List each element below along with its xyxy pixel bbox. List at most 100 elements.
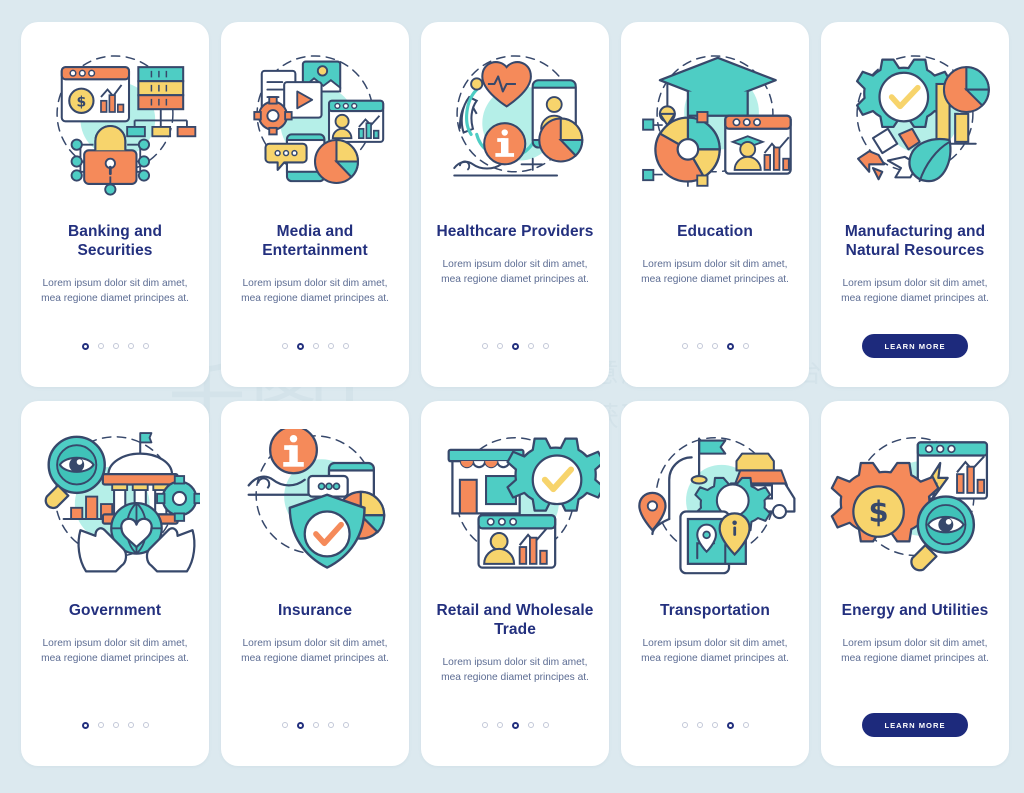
pagination-dot[interactable] [542, 722, 549, 728]
pagination-dot[interactable] [342, 343, 349, 349]
pagination-dot[interactable] [696, 343, 703, 349]
card-footer [481, 332, 549, 360]
card-footer [281, 332, 349, 360]
card-title: Healthcare Providers [436, 223, 594, 240]
pagination-dot[interactable] [496, 343, 503, 349]
onboarding-card: Education Lorem ipsum dolor sit dim amet,… [621, 22, 809, 387]
retail-illustration-icon [430, 429, 600, 581]
insurance-illustration-icon [230, 429, 400, 581]
pagination-dot[interactable] [112, 722, 119, 728]
card-footer [281, 711, 349, 739]
card-description: Lorem ipsum dolor sit dim amet, mea regi… [641, 638, 789, 664]
card-description: Lorem ipsum dolor sit dim amet, mea regi… [41, 638, 189, 664]
government-illustration-icon [30, 429, 200, 581]
pagination-dot[interactable] [112, 343, 119, 349]
pagination-dot[interactable] [97, 722, 104, 728]
pagination-dot-active[interactable] [296, 721, 304, 729]
pagination-dot-active[interactable] [511, 721, 519, 729]
card-footer [81, 711, 149, 739]
pagination-dot[interactable] [542, 343, 549, 349]
pagination-dot[interactable] [142, 343, 149, 349]
onboarding-card: Insurance Lorem ipsum dolor sit dim amet,… [221, 401, 409, 766]
pagination-dot[interactable] [711, 343, 718, 349]
pagination-dot[interactable] [281, 722, 288, 728]
onboarding-card: Healthcare Providers Lorem ipsum dolor si… [421, 22, 609, 387]
pagination-dots [281, 342, 349, 350]
pagination-dot-active[interactable] [81, 342, 89, 350]
pagination-dot[interactable] [327, 343, 334, 349]
pagination-dot[interactable] [312, 343, 319, 349]
pagination-dot[interactable] [327, 722, 334, 728]
card-title: Banking and Securities [67, 223, 163, 259]
pagination-dot-active[interactable] [81, 721, 89, 729]
card-footer [681, 332, 749, 360]
pagination-dot[interactable] [127, 722, 134, 728]
card-title: Media and Entertainment [262, 223, 368, 259]
card-description: Lorem ipsum dolor sit dim amet, mea regi… [241, 638, 389, 664]
onboarding-screens-page: 千图 营销创意服务与协作平台 商用请获取授权 $ Banking and Sec… [0, 0, 1024, 793]
card-footer [481, 711, 549, 739]
onboarding-card: $ Banking and Securities Lorem ipsum dolo… [21, 22, 209, 387]
pagination-dot[interactable] [742, 722, 749, 728]
card-title: Retail and Wholesale Trade [436, 602, 594, 638]
pagination-dot[interactable] [527, 343, 534, 349]
card-description: Lorem ipsum dolor sit dim amet, mea regi… [841, 638, 989, 664]
card-title: Manufacturing and Natural Resources [844, 223, 986, 259]
card-description: Lorem ipsum dolor sit dim amet, mea regi… [41, 278, 189, 304]
pagination-dots [81, 721, 149, 729]
onboarding-card: Retail and Wholesale Trade Lorem ipsum do… [421, 401, 609, 766]
pagination-dot[interactable] [696, 722, 703, 728]
svg-text:$: $ [869, 495, 889, 529]
card-description: Lorem ipsum dolor sit dim amet, mea regi… [641, 259, 789, 285]
pagination-dot[interactable] [127, 343, 134, 349]
pagination-dot[interactable] [681, 722, 688, 728]
card-footer [81, 332, 149, 360]
pagination-dots [481, 721, 549, 729]
onboarding-card: Media and Entertainment Lorem ipsum dolor… [221, 22, 409, 387]
onboarding-card: $ Energy and Utilities Lorem ipsum dolor … [821, 401, 1009, 766]
pagination-dot[interactable] [142, 722, 149, 728]
pagination-dot-active[interactable] [726, 721, 734, 729]
card-description: Lorem ipsum dolor sit dim amet, mea regi… [241, 278, 389, 304]
transportation-illustration-icon [630, 429, 800, 581]
media-illustration-icon [230, 50, 400, 202]
pagination-dot-active[interactable] [296, 342, 304, 350]
card-title: Energy and Utilities [841, 602, 989, 619]
pagination-dot[interactable] [281, 343, 288, 349]
pagination-dots [481, 342, 549, 350]
card-title: Education [677, 223, 753, 240]
pagination-dots [681, 342, 749, 350]
learn-more-button[interactable]: LEARN MORE [862, 334, 968, 358]
onboarding-card: Government Lorem ipsum dolor sit dim amet… [21, 401, 209, 766]
learn-more-button[interactable]: LEARN MORE [862, 713, 968, 737]
pagination-dot[interactable] [681, 343, 688, 349]
pagination-dot[interactable] [742, 343, 749, 349]
energy-illustration-icon: $ [830, 429, 1000, 581]
pagination-dot[interactable] [312, 722, 319, 728]
healthcare-illustration-icon [430, 50, 600, 202]
card-footer [681, 711, 749, 739]
pagination-dot[interactable] [481, 343, 488, 349]
pagination-dot[interactable] [527, 722, 534, 728]
pagination-dot[interactable] [481, 722, 488, 728]
card-title: Government [68, 602, 162, 619]
pagination-dot[interactable] [97, 343, 104, 349]
pagination-dots [281, 721, 349, 729]
banking-illustration-icon: $ [30, 50, 200, 202]
onboarding-card: Manufacturing and Natural Resources Lorem… [821, 22, 1009, 387]
card-title: Transportation [660, 602, 770, 619]
card-description: Lorem ipsum dolor sit dim amet, mea regi… [441, 657, 589, 683]
education-illustration-icon [630, 50, 800, 202]
card-description: Lorem ipsum dolor sit dim amet, mea regi… [841, 278, 989, 304]
card-footer: LEARN MORE [862, 332, 968, 360]
pagination-dot-active[interactable] [511, 342, 519, 350]
card-footer: LEARN MORE [862, 711, 968, 739]
pagination-dots [681, 721, 749, 729]
pagination-dot-active[interactable] [726, 342, 734, 350]
pagination-dot[interactable] [496, 722, 503, 728]
onboarding-card-grid: $ Banking and Securities Lorem ipsum dolo… [0, 0, 1024, 788]
svg-text:$: $ [76, 94, 86, 110]
onboarding-card: Transportation Lorem ipsum dolor sit dim … [621, 401, 809, 766]
pagination-dot[interactable] [711, 722, 718, 728]
pagination-dot[interactable] [342, 722, 349, 728]
